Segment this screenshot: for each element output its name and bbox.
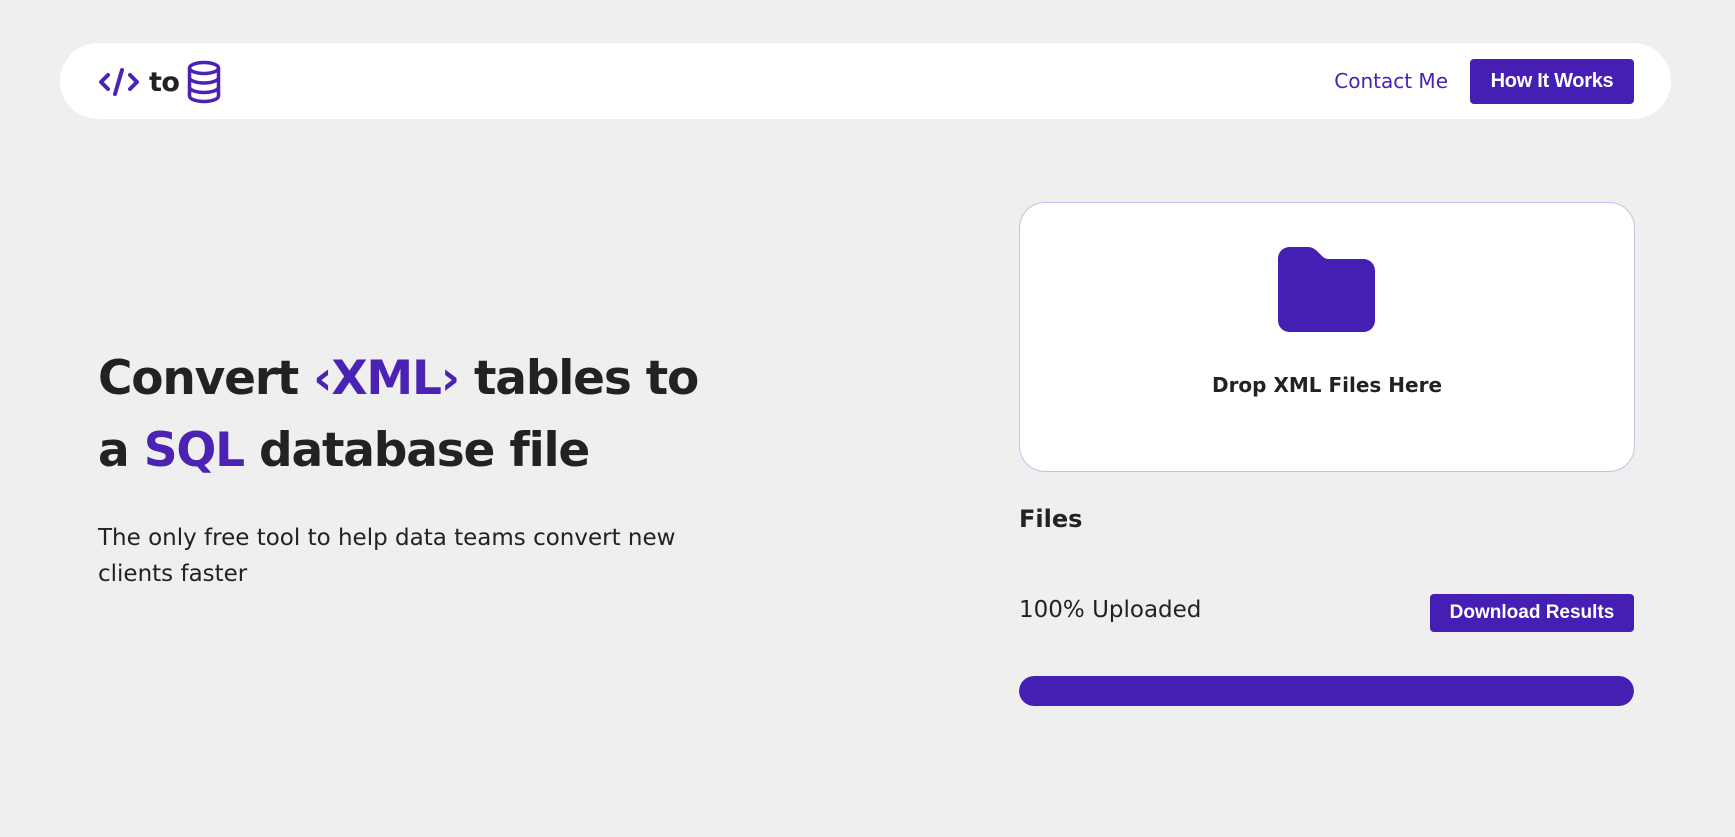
code-brackets-icon	[98, 67, 140, 97]
hero-title: Convert ‹XML› tables to a SQL database fi…	[98, 343, 699, 487]
download-results-button[interactable]: Download Results	[1430, 594, 1634, 632]
hero-title-line2-prefix: a	[98, 423, 144, 478]
contact-me-link[interactable]: Contact Me	[1334, 69, 1448, 93]
folder-icon	[1278, 247, 1375, 332]
logo[interactable]: to	[98, 59, 222, 105]
how-it-works-button[interactable]: How It Works	[1470, 59, 1634, 104]
hero-title-line1-prefix: Convert	[98, 351, 314, 406]
logo-text: to	[149, 66, 180, 98]
drop-files-label: Drop XML Files Here	[1211, 373, 1443, 397]
hero-title-line1-suffix: tables to	[458, 351, 699, 406]
hero-title-line2-suffix: database file	[243, 423, 590, 478]
xml-dropzone[interactable]: Drop XML Files Here	[1019, 202, 1635, 472]
upload-status-text: 100% Uploaded	[1019, 597, 1202, 623]
files-heading: Files	[1019, 505, 1083, 533]
upload-progress-fill	[1019, 676, 1634, 706]
hero-subtitle: The only free tool to help data teams co…	[98, 525, 676, 587]
top-navbar: to Contact Me How It Works	[60, 43, 1671, 119]
upload-progress-bar	[1019, 676, 1634, 706]
database-icon	[186, 60, 222, 104]
hero-title-sql-accent: SQL	[143, 423, 245, 478]
hero-title-xml-accent: ‹XML›	[313, 351, 460, 406]
